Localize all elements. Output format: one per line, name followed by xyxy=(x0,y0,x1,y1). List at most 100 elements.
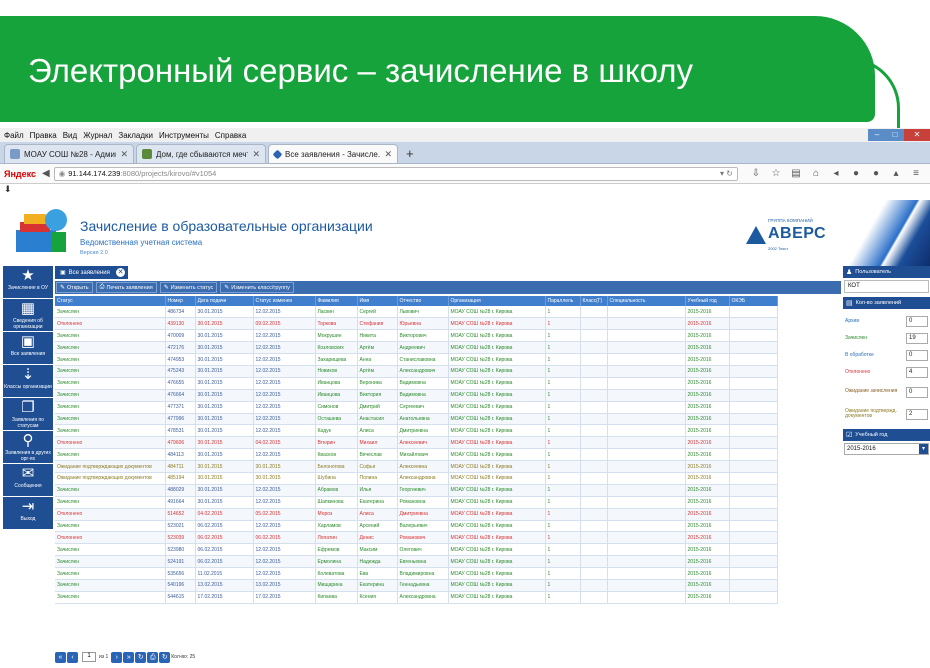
column-header[interactable]: Отчество xyxy=(397,296,449,306)
url-host: 91.144.174.239 xyxy=(68,169,121,178)
table-row[interactable]: Зачислен 484113 30.01.2015 12.02.2015 Кваско… xyxy=(55,448,778,462)
nav-item-building[interactable]: ▦ Сведения об организации xyxy=(3,299,53,331)
column-header[interactable]: Статус xyxy=(55,296,166,306)
table-row[interactable]: Зачислен 476655 30.01.2015 12.02.2015 Иванцо… xyxy=(55,377,778,390)
table-row[interactable]: Зачислен 476664 30.01.2015 12.02.2015 Иванцо… xyxy=(55,389,778,402)
column-header[interactable]: Номер xyxy=(165,296,196,306)
column-header[interactable]: Имя xyxy=(357,296,398,306)
table-row[interactable]: Зачислен 478531 30.01.2015 12.02.2015 Кадук А… xyxy=(55,424,778,438)
column-header[interactable]: Учебный год xyxy=(685,296,730,306)
toolbar-button-1[interactable]: ⎙ Печать заявления xyxy=(95,282,157,293)
table-row[interactable]: Зачислен 523980 06.02.2015 12.02.2015 Ефремо… xyxy=(55,543,778,557)
table-row[interactable]: Ожидание подтверждающих документов 485194… xyxy=(55,472,778,485)
chat-icon[interactable]: ● xyxy=(866,168,886,179)
school-year-select[interactable]: 2015-2016 ▾ xyxy=(844,443,929,455)
menu-file[interactable]: Файл xyxy=(4,131,24,140)
column-header[interactable]: Специальность xyxy=(607,296,686,306)
chevron-down-icon[interactable]: ▾ xyxy=(919,444,928,454)
table-row[interactable]: Ожидание подтверждающих документов 484711… xyxy=(55,460,778,473)
menu-history[interactable]: Журнал xyxy=(83,131,112,140)
close-tab-icon[interactable]: ✕ xyxy=(384,149,392,160)
table-cell: Сергей xyxy=(357,306,398,319)
table-row[interactable]: Зачислен 544615 17.02.2015 17.02.2015 Кипаев… xyxy=(55,591,778,604)
table-row[interactable]: Зачислен 486734 30.01.2015 12.02.2015 Ласкин… xyxy=(55,306,778,319)
refresh-icon[interactable]: ↻ xyxy=(135,651,147,663)
print-icon[interactable]: ⎙ xyxy=(147,651,159,663)
column-header[interactable]: Дата подачи xyxy=(195,296,254,306)
downloads-icon[interactable]: ⇩ xyxy=(746,168,766,179)
next-page-button[interactable]: › xyxy=(111,651,123,663)
close-window-button[interactable]: ✕ xyxy=(904,129,930,141)
toolbar-button-0[interactable]: ✎ Открыть xyxy=(56,282,93,293)
nav-item-stack[interactable]: ❐ Заявления по статусам xyxy=(3,398,53,430)
table-cell: Никита xyxy=(357,329,398,343)
menu-bookmarks[interactable]: Закладки xyxy=(118,131,153,140)
table-cell: 12.02.2015 xyxy=(253,496,316,509)
maximize-button[interactable]: □ xyxy=(886,129,904,141)
toolbar-button-3[interactable]: ✎ Изменить класс/группу xyxy=(220,282,294,293)
table-row[interactable]: Зачислен 477371 30.01.2015 12.02.2015 Симоно… xyxy=(55,401,778,414)
nav-item-sort[interactable]: ⇣ Классы организации xyxy=(3,365,53,397)
hamburger-menu-icon[interactable]: ≡ xyxy=(906,168,926,179)
close-tab-icon[interactable]: ✕ xyxy=(252,149,260,160)
column-header[interactable]: ОКЭБ xyxy=(729,296,778,306)
column-header[interactable]: Класс(Г) xyxy=(580,296,608,306)
close-icon[interactable]: ✕ xyxy=(116,268,125,277)
table-row[interactable]: Отклонено 523039 06.02.2015 06.02.2015 Лопат… xyxy=(55,531,778,545)
table-row[interactable]: Зачислен 491664 30.01.2015 12.02.2015 Шапкин… xyxy=(55,496,778,509)
column-header[interactable]: Фамилия xyxy=(315,296,358,306)
browser-tab-all-applications[interactable]: Все заявления - Зачисле... ✕ xyxy=(268,144,398,163)
reload-icon[interactable]: ▾ ↻ xyxy=(720,169,733,178)
menu-edit[interactable]: Правка xyxy=(30,131,57,140)
addon-icon[interactable]: ● xyxy=(846,168,866,179)
nav-item-mail[interactable]: ✉ Сообщения xyxy=(3,464,53,496)
tab-all-applications[interactable]: ▣ Все заявления ✕ xyxy=(55,266,128,279)
new-tab-button[interactable]: + xyxy=(406,146,414,161)
menu-view[interactable]: Вид xyxy=(63,131,77,140)
home-icon[interactable]: ⌂ xyxy=(806,168,826,179)
browser-tab-admin[interactable]: МОАУ СОШ №28 - Админ... ✕ xyxy=(4,144,134,163)
prev-page-button[interactable]: ‹ xyxy=(67,651,78,663)
address-bar[interactable]: ◉ 91.144.174.239 :8080/projects/kirovo/#… xyxy=(53,166,738,181)
menu-help[interactable]: Справка xyxy=(215,131,246,140)
nav-item-search[interactable]: ⚲ Заявления в других орг-ях xyxy=(3,431,53,463)
minimize-button[interactable]: – xyxy=(868,129,886,141)
table-row[interactable]: Зачислен 488029 30.01.2015 12.02.2015 Абрамо… xyxy=(55,484,778,497)
page-input[interactable]: 1 xyxy=(82,652,96,662)
table-row[interactable]: Отклонено 479606 30.01.2015 04.02.2015 Втюри… xyxy=(55,436,778,450)
table-row[interactable]: Зачислен 474953 30.01.2015 12.02.2015 Захари… xyxy=(55,353,778,366)
table-row[interactable]: Зачислен 470009 30.01.2015 12.02.2015 Мокруш… xyxy=(55,329,778,343)
table-row[interactable]: Зачислен 524191 06.02.2015 12.02.2015 Ермоли… xyxy=(55,555,778,569)
send-icon[interactable]: ◂ xyxy=(826,168,846,179)
column-header[interactable]: Статус изменен xyxy=(253,296,316,306)
bookmark-star-icon[interactable]: ☆ xyxy=(766,168,786,179)
table-row[interactable]: Зачислен 475243 30.01.2015 12.02.2015 Новико… xyxy=(55,365,778,378)
nav-item-briefcase[interactable]: ▣ Все заявления xyxy=(3,332,53,364)
table-row[interactable]: Отклонено 439130 30.01.2015 09.02.2015 Торко… xyxy=(55,317,778,331)
export-icon[interactable]: ↻ xyxy=(159,651,171,663)
last-page-button[interactable]: » xyxy=(123,651,135,663)
column-header[interactable]: Параллель xyxy=(545,296,581,306)
bookmarks-list-icon[interactable]: ▤ xyxy=(786,168,806,179)
table-row[interactable]: Зачислен 540196 13.02.2015 13.02.2015 Мищари… xyxy=(55,579,778,592)
menu-tools[interactable]: Инструменты xyxy=(159,131,209,140)
nav-item-star[interactable]: ★ Зачисление в ОУ xyxy=(3,266,53,298)
table-cell: 1 xyxy=(545,329,581,343)
browser-tab-dreams[interactable]: Дом, где сбываются мечт... ✕ xyxy=(136,144,266,163)
table-row[interactable]: Отклонено 514652 04.02.2015 05.02.2015 Мороз… xyxy=(55,508,778,521)
back-arrow-icon[interactable]: ◀ xyxy=(42,168,50,179)
first-page-button[interactable]: « xyxy=(55,651,66,663)
download-arrow-icon[interactable]: ⬇ xyxy=(0,184,930,198)
column-header[interactable]: Организация xyxy=(448,296,546,306)
yandex-logo[interactable]: Яндекс xyxy=(4,169,36,179)
toolbar-button-2[interactable]: ✎ Изменить статус xyxy=(159,282,218,293)
table-cell: Ожидание подтверждающих документов xyxy=(55,472,166,485)
table-row[interactable]: Зачислен 523021 06.02.2015 12.02.2015 Харлам… xyxy=(55,520,778,533)
table-row[interactable]: Зачислен 477996 30.01.2015 12.02.2015 Осташе… xyxy=(55,413,778,426)
table-row[interactable]: Зачислен 535656 11.02.2015 12.02.2015 Колева… xyxy=(55,567,778,580)
table-cell: Зачислен xyxy=(55,329,166,343)
overflow-icon[interactable]: ▴ xyxy=(886,168,906,179)
table-row[interactable]: Зачислен 472176 30.01.2015 12.02.2015 Козлов… xyxy=(55,341,778,355)
nav-item-logout[interactable]: ⇥ Выход xyxy=(3,497,53,529)
close-tab-icon[interactable]: ✕ xyxy=(120,149,128,160)
